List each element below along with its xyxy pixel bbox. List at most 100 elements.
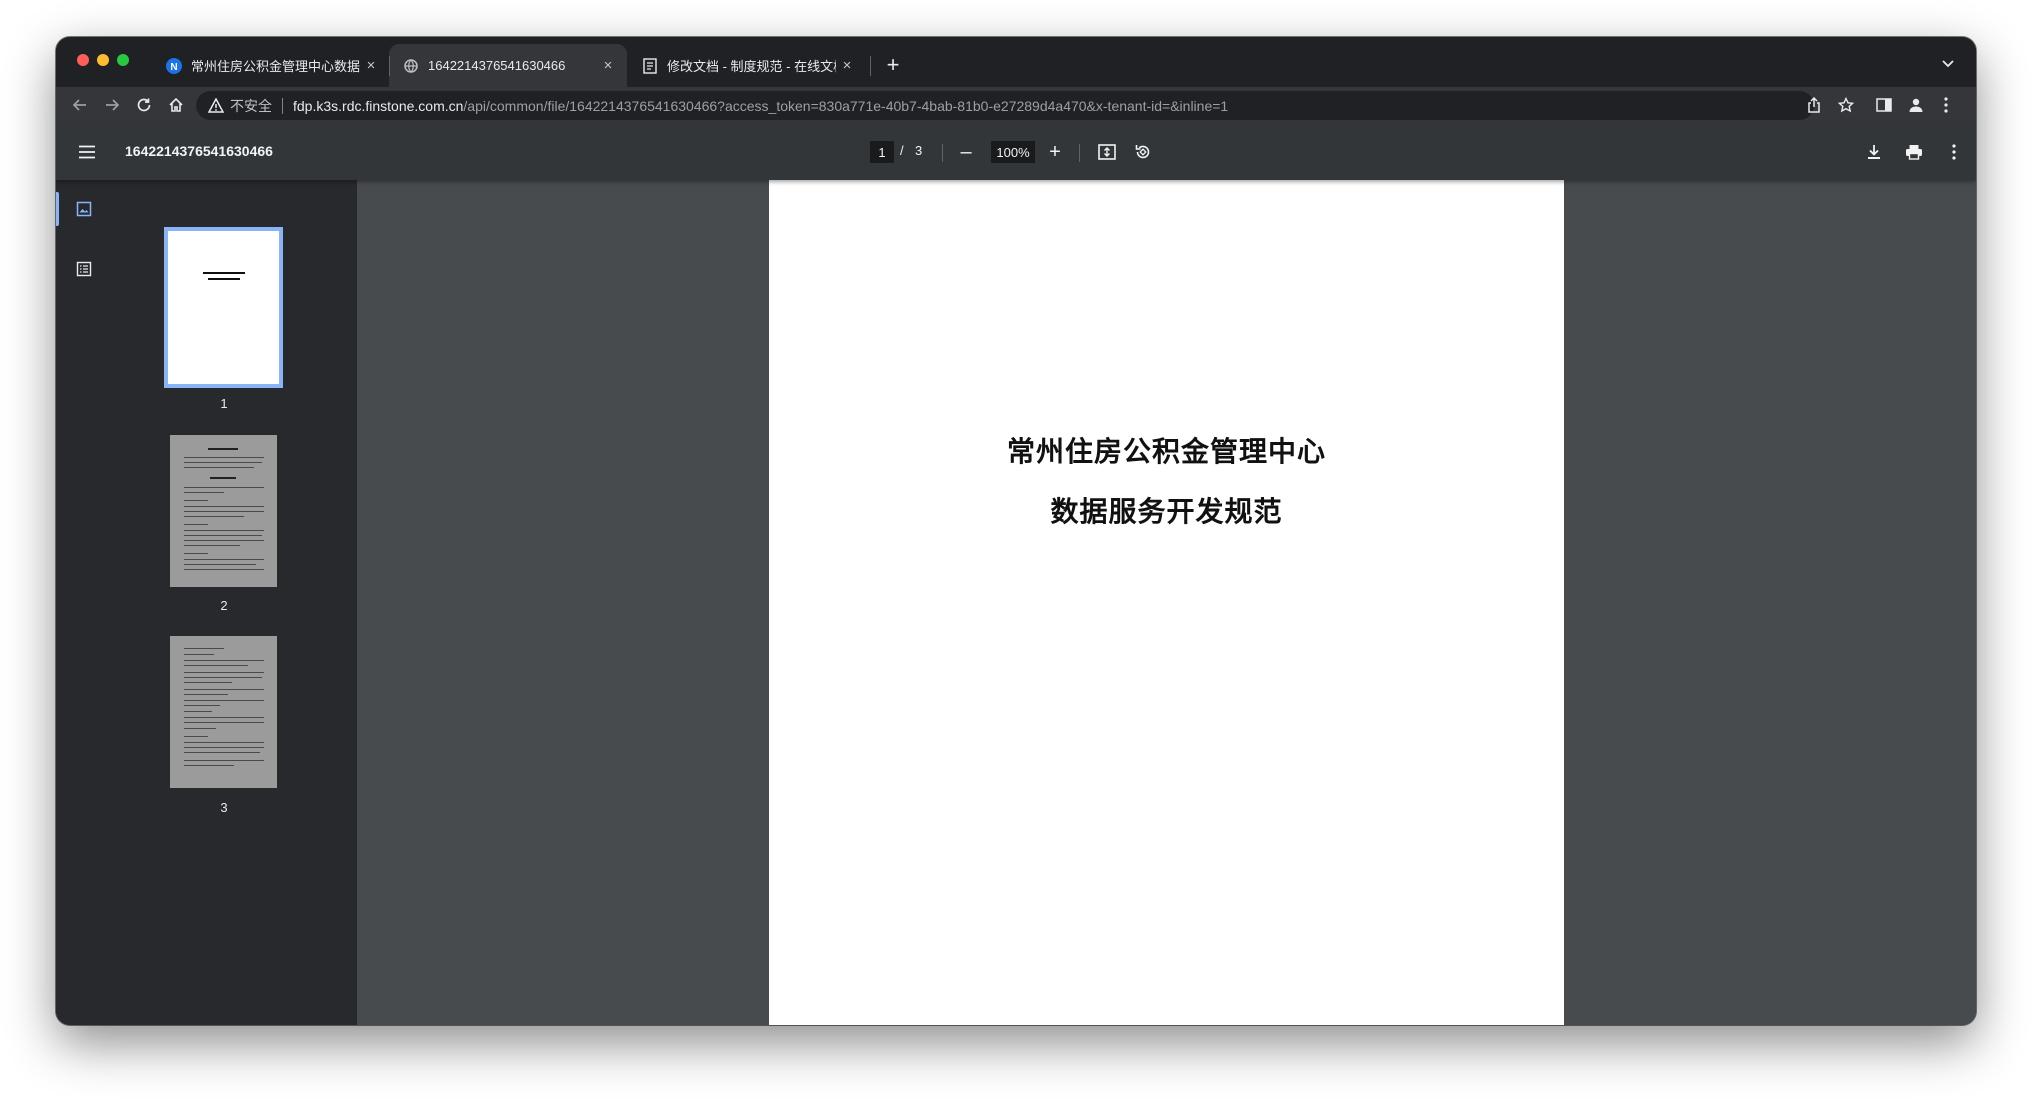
- thumbnail-text-mark: [184, 524, 208, 525]
- insecure-label[interactable]: 不安全: [230, 96, 272, 116]
- active-view-indicator: [56, 192, 59, 226]
- sidebar-toggle-menu-icon[interactable]: [74, 139, 100, 165]
- document-title-line1: 常州住房公积金管理中心: [1006, 435, 1326, 468]
- thumbnail-text-mark: [184, 559, 264, 560]
- page-thumbnail-3[interactable]: [170, 636, 277, 788]
- print-icon[interactable]: [1901, 139, 1927, 165]
- browser-toolbar: 不安全 fdp.k3s.rdc.finstone.com.cn/api/comm…: [56, 87, 1976, 124]
- url-host: fdp.k3s.rdc.finstone.com.cn: [293, 97, 464, 114]
- thumbnail-text-mark: [184, 511, 264, 512]
- page-thumbnail-1[interactable]: [164, 227, 283, 388]
- fit-to-page-icon[interactable]: [1094, 139, 1120, 165]
- toolbar-divider: [1079, 144, 1080, 162]
- thumbnail-text-mark: [184, 569, 264, 570]
- profile-avatar-icon[interactable]: [1902, 91, 1930, 119]
- thumbnail-text-mark: [184, 717, 264, 718]
- new-tab-button[interactable]: +: [878, 50, 908, 80]
- maximize-window-button[interactable]: [117, 54, 129, 66]
- thumbnail-label: 3: [220, 800, 228, 815]
- thumbnail-text-mark: [184, 492, 224, 493]
- browser-menu-icon[interactable]: [1932, 91, 1960, 119]
- tab-data-management[interactable]: N 常州住房公积金管理中心数据管理 ×: [152, 44, 390, 87]
- url-path: /api/common/file/1642214376541630466?acc…: [463, 97, 1229, 114]
- doc-icon: [642, 57, 658, 74]
- back-button[interactable]: [66, 91, 94, 119]
- address-bar[interactable]: 不安全 fdp.k3s.rdc.finstone.com.cn/api/comm…: [196, 91, 1814, 120]
- browser-window: N 常州住房公积金管理中心数据管理 × 1642214376541630466 …: [56, 37, 1976, 1025]
- thumbnail-text-mark: [184, 457, 264, 458]
- close-window-button[interactable]: [77, 54, 89, 66]
- thumbnail-text-mark: [184, 700, 264, 701]
- zoom-out-button[interactable]: –: [953, 139, 979, 165]
- thumbnail-text-mark: [184, 760, 264, 761]
- bookmark-star-icon[interactable]: [1832, 91, 1860, 119]
- thumbnail-text-mark: [184, 672, 264, 673]
- tab-divider: [870, 56, 871, 76]
- thumbnail-label: 2: [220, 598, 228, 613]
- page-number-input[interactable]: 1: [870, 141, 894, 163]
- side-panel-icon[interactable]: [1870, 91, 1898, 119]
- pdf-sidebar: 1 2 3: [56, 180, 357, 1025]
- pdf-toolbar: 1642214376541630466 1 / 3 – 100% +: [56, 124, 1976, 180]
- pdf-file-name: 1642214376541630466: [125, 143, 273, 159]
- pdf-more-options-icon[interactable]: [1941, 139, 1967, 165]
- tab-title: 1642214376541630466: [428, 58, 566, 73]
- thumbnail-text-mark: [184, 765, 234, 766]
- toolbar-divider: [942, 144, 943, 162]
- thumbnail-text-mark: [210, 477, 236, 479]
- thumbnail-text-mark: [184, 747, 264, 748]
- svg-text:N: N: [170, 62, 177, 73]
- thumbnail-text-mark: [184, 462, 262, 463]
- reload-icon[interactable]: [130, 91, 158, 119]
- thumbnail-text-mark: [184, 500, 208, 501]
- tab-edit-document[interactable]: 修改文档 - 制度规范 - 在线文档 ×: [628, 44, 866, 87]
- tab-close-icon[interactable]: ×: [360, 55, 382, 77]
- tab-divider: [389, 56, 390, 76]
- thumbnail-text-mark: [184, 722, 264, 723]
- thumbnail-text-mark: [184, 711, 212, 712]
- thumbnail-text-mark: [184, 736, 208, 737]
- outline-view-icon[interactable]: [70, 255, 98, 283]
- thumbnail-text-mark: [184, 728, 216, 729]
- tab-close-icon[interactable]: ×: [836, 55, 858, 77]
- minimize-window-button[interactable]: [97, 54, 109, 66]
- tab-search-chevron-icon[interactable]: [1934, 50, 1962, 78]
- thumbnail-text-mark: [184, 665, 248, 666]
- document-title-line2: 数据服务开发规范: [1050, 495, 1283, 528]
- thumbnail-text-mark: [184, 752, 260, 753]
- pdf-page-1: 常州住房公积金管理中心 数据服务开发规范: [769, 180, 1564, 1025]
- share-icon[interactable]: [1800, 91, 1828, 119]
- pdf-viewer-canvas[interactable]: 常州住房公积金管理中心 数据服务开发规范: [357, 180, 1976, 1025]
- thumbnail-text-mark: [184, 689, 264, 690]
- thumbnail-text-mark: [184, 564, 256, 565]
- thumbnail-view-icon[interactable]: [70, 195, 98, 223]
- thumbnail-text-mark: [184, 530, 264, 531]
- thumbnail-text-mark: [184, 467, 254, 468]
- zoom-level-input[interactable]: 100%: [991, 141, 1035, 163]
- download-icon[interactable]: [1861, 139, 1887, 165]
- thumbnail-title-mark: [203, 272, 245, 274]
- tab-pdf-file[interactable]: 1642214376541630466 ×: [389, 44, 627, 87]
- page-thumbnail-2[interactable]: [170, 435, 277, 587]
- rotate-icon[interactable]: [1130, 139, 1156, 165]
- globe-icon: [403, 58, 419, 74]
- forward-button[interactable]: [98, 91, 126, 119]
- thumbnail-text-mark: [184, 654, 214, 655]
- thumbnail-text-mark: [184, 682, 232, 683]
- thumbnail-text-mark: [184, 553, 208, 554]
- thumbnail-text-mark: [184, 506, 264, 507]
- omnibox-divider: [282, 97, 283, 114]
- warning-icon[interactable]: [208, 98, 224, 114]
- zoom-in-button[interactable]: +: [1042, 139, 1068, 165]
- tab-close-icon[interactable]: ×: [597, 55, 619, 77]
- thumbnail-text-mark: [184, 648, 224, 649]
- thumbnail-text-mark: [184, 694, 228, 695]
- total-pages: 3: [915, 143, 923, 158]
- n-logo-icon: N: [166, 57, 182, 74]
- thumbnail-text-mark: [184, 545, 240, 546]
- thumbnail-text-mark: [184, 516, 244, 517]
- thumbnail-text-mark: [184, 742, 264, 743]
- thumbnail-text-mark: [184, 535, 262, 536]
- thumbnail-text-mark: [184, 677, 262, 678]
- home-icon[interactable]: [162, 91, 190, 119]
